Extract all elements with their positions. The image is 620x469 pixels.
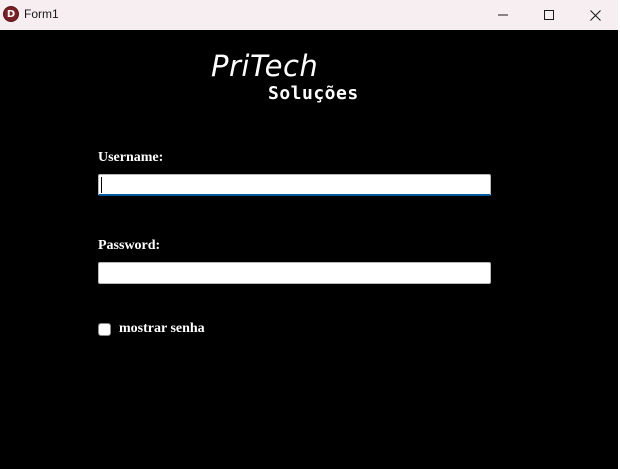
password-label: Password:: [98, 238, 161, 253]
pritech-logo: PriTech Soluções: [211, 49, 381, 109]
close-button[interactable]: [572, 0, 618, 30]
close-icon: [589, 9, 601, 21]
form-client-area: PriTech Soluções Username: Password: mos…: [0, 30, 618, 469]
logo-main-text: PriTech: [211, 49, 319, 83]
text-caret: [101, 177, 102, 193]
show-password-checkbox[interactable]: [98, 322, 111, 336]
show-password-label[interactable]: mostrar senha: [119, 321, 205, 337]
window-title: Form1: [24, 7, 59, 21]
password-field[interactable]: [98, 262, 491, 284]
app-icon[interactable]: D: [3, 6, 19, 22]
title-bar[interactable]: D Form1: [0, 0, 618, 30]
username-label: Username:: [98, 150, 164, 165]
username-field[interactable]: [98, 174, 491, 196]
form1-window: D Form1 PriTech Soluções Username: Passw…: [0, 0, 618, 469]
maximize-icon: [544, 10, 554, 20]
minimize-icon: [498, 14, 508, 16]
maximize-button[interactable]: [526, 0, 572, 30]
show-password-row[interactable]: mostrar senha: [98, 320, 205, 338]
logo-sub-text: Soluções: [268, 83, 359, 104]
minimize-button[interactable]: [480, 0, 526, 30]
